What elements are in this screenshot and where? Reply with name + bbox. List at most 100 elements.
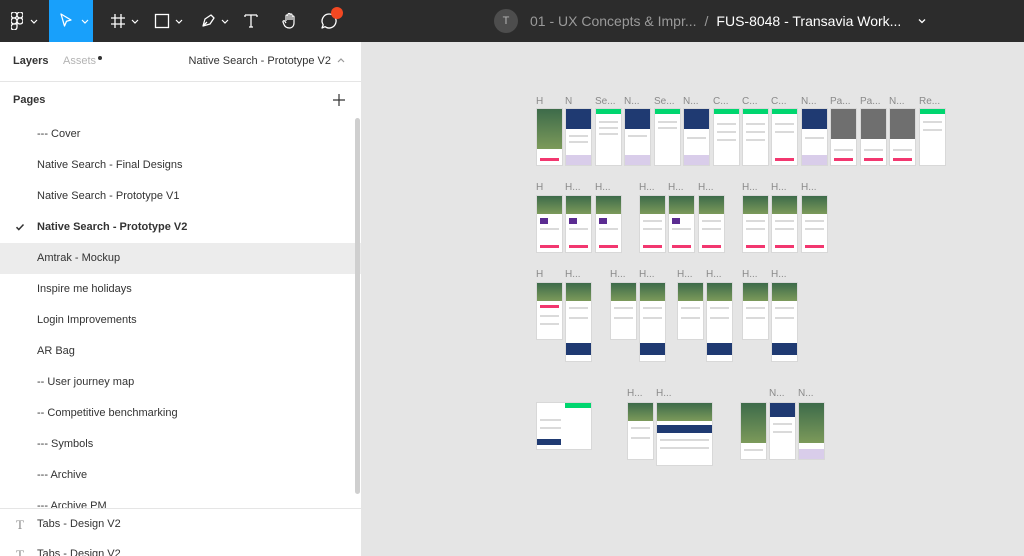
frame-thumbnail[interactable] bbox=[713, 108, 740, 166]
chevron-down-icon[interactable] bbox=[917, 16, 927, 26]
frame-label[interactable]: N... bbox=[624, 96, 640, 107]
frame-thumbnail[interactable] bbox=[771, 282, 798, 362]
frame-thumbnail[interactable] bbox=[801, 108, 828, 166]
page-item-archive-pm[interactable]: --- Archive PM bbox=[0, 491, 361, 509]
page-item-native-search-prototype-v1[interactable]: Native Search - Prototype V1 bbox=[0, 181, 361, 212]
page-item-inspire-me-holidays[interactable]: Inspire me holidays bbox=[0, 274, 361, 305]
page-item-amtrak-mockup[interactable]: Amtrak - Mockup bbox=[0, 243, 361, 274]
pen-tool-button[interactable] bbox=[191, 0, 235, 42]
current-page-select[interactable]: Native Search - Prototype V2 bbox=[189, 55, 345, 67]
frame-thumbnail[interactable] bbox=[740, 402, 767, 460]
frame-thumbnail[interactable] bbox=[919, 108, 946, 166]
frame-thumbnail[interactable] bbox=[536, 282, 563, 340]
frame-thumbnail[interactable] bbox=[889, 108, 916, 166]
frame-thumbnail[interactable] bbox=[536, 108, 563, 166]
frame-thumbnail[interactable] bbox=[536, 195, 563, 253]
frame-label[interactable]: Pa... bbox=[860, 96, 881, 107]
frame-thumbnail[interactable] bbox=[698, 195, 725, 253]
shape-tool-button[interactable] bbox=[145, 0, 189, 42]
frame-label[interactable]: H... bbox=[771, 182, 787, 193]
frame-label[interactable]: H bbox=[536, 182, 543, 193]
frame-label[interactable]: N... bbox=[801, 96, 817, 107]
canvas[interactable]: H N Se... N... Se... N... C... C... C...… bbox=[363, 42, 1024, 556]
frame-label[interactable]: H... bbox=[742, 182, 758, 193]
frame-thumbnail[interactable] bbox=[656, 402, 713, 466]
frame-thumbnail[interactable] bbox=[639, 195, 666, 253]
frame-label[interactable]: H... bbox=[595, 182, 611, 193]
frame-thumbnail[interactable] bbox=[565, 282, 592, 362]
move-tool-button[interactable] bbox=[49, 0, 93, 42]
frame-label[interactable]: N... bbox=[798, 388, 814, 399]
frame-label[interactable]: H... bbox=[698, 182, 714, 193]
frame-label[interactable]: N... bbox=[683, 96, 699, 107]
frame-label[interactable]: N... bbox=[769, 388, 785, 399]
frame-label[interactable]: H... bbox=[610, 269, 626, 280]
comment-tool-button[interactable] bbox=[314, 0, 344, 42]
frame-label[interactable]: H bbox=[536, 96, 543, 107]
plus-icon[interactable] bbox=[332, 93, 346, 107]
frame-label[interactable]: H... bbox=[639, 182, 655, 193]
page-item-native-search-final-designs[interactable]: Native Search - Final Designs bbox=[0, 150, 361, 181]
figma-menu-button[interactable] bbox=[0, 0, 44, 42]
frame-thumbnail[interactable] bbox=[668, 195, 695, 253]
avatar[interactable]: T bbox=[494, 9, 518, 33]
frame-thumbnail[interactable] bbox=[639, 282, 666, 362]
frame-label[interactable]: H... bbox=[668, 182, 684, 193]
frame-thumbnail[interactable] bbox=[677, 282, 704, 340]
frame-thumbnail[interactable] bbox=[683, 108, 710, 166]
page-item-competitive-benchmarking[interactable]: -- Competitive benchmarking bbox=[0, 398, 361, 429]
layer-row[interactable]: T Tabs - Design V2 bbox=[0, 509, 361, 539]
frame-thumbnail[interactable] bbox=[624, 108, 651, 166]
hand-tool-button[interactable] bbox=[275, 0, 305, 42]
frame-thumbnail[interactable] bbox=[627, 402, 654, 460]
frame-thumbnail[interactable] bbox=[706, 282, 733, 362]
frame-thumbnail[interactable] bbox=[654, 108, 681, 166]
frame-thumbnail[interactable] bbox=[860, 108, 887, 166]
frame-thumbnail[interactable] bbox=[536, 402, 592, 450]
frame-thumbnail[interactable] bbox=[742, 108, 769, 166]
frame-label[interactable]: H... bbox=[565, 182, 581, 193]
frame-thumbnail[interactable] bbox=[742, 195, 769, 253]
frame-thumbnail[interactable] bbox=[830, 108, 857, 166]
frame-label[interactable]: N bbox=[565, 96, 572, 107]
frame-label[interactable]: H... bbox=[639, 269, 655, 280]
page-item-native-search-prototype-v2[interactable]: Native Search - Prototype V2 bbox=[0, 212, 361, 243]
tab-assets[interactable]: Assets bbox=[63, 55, 96, 67]
frame-thumbnail[interactable] bbox=[610, 282, 637, 340]
frame-label[interactable]: Se... bbox=[595, 96, 616, 107]
file-name[interactable]: FUS-8048 - Transavia Work... bbox=[716, 13, 901, 29]
text-tool-button[interactable] bbox=[236, 0, 266, 42]
page-item-cover[interactable]: --- Cover bbox=[0, 119, 361, 150]
frame-label[interactable]: H... bbox=[677, 269, 693, 280]
frame-thumbnail[interactable] bbox=[742, 282, 769, 340]
frame-thumbnail[interactable] bbox=[771, 108, 798, 166]
frame-thumbnail[interactable] bbox=[769, 402, 796, 460]
frame-label[interactable]: C... bbox=[771, 96, 787, 107]
document-title[interactable]: T 01 - UX Concepts & Impr... / FUS-8048 … bbox=[494, 0, 927, 42]
frame-thumbnail[interactable] bbox=[801, 195, 828, 253]
frame-thumbnail[interactable] bbox=[595, 108, 622, 166]
frame-thumbnail[interactable] bbox=[565, 195, 592, 253]
pages-scrollbar[interactable] bbox=[355, 118, 360, 494]
frame-label[interactable]: H... bbox=[706, 269, 722, 280]
project-name[interactable]: 01 - UX Concepts & Impr... bbox=[530, 13, 697, 29]
page-item-ar-bag[interactable]: AR Bag bbox=[0, 336, 361, 367]
frame-thumbnail[interactable] bbox=[565, 108, 592, 166]
frame-label[interactable]: Pa... bbox=[830, 96, 851, 107]
frame-tool-button[interactable] bbox=[101, 0, 145, 42]
page-item-user-journey-map[interactable]: -- User journey map bbox=[0, 367, 361, 398]
frame-label[interactable]: H... bbox=[627, 388, 643, 399]
frame-label[interactable]: Re... bbox=[919, 96, 940, 107]
frame-label[interactable]: H... bbox=[771, 269, 787, 280]
page-item-login-improvements[interactable]: Login Improvements bbox=[0, 305, 361, 336]
frame-thumbnail[interactable] bbox=[595, 195, 622, 253]
frame-thumbnail[interactable] bbox=[798, 402, 825, 460]
tab-layers[interactable]: Layers bbox=[13, 55, 48, 67]
layer-row[interactable]: T Tabs - Design V2 bbox=[0, 539, 361, 556]
frame-label[interactable]: C... bbox=[713, 96, 729, 107]
frame-label[interactable]: H... bbox=[656, 388, 672, 399]
frame-label[interactable]: Se... bbox=[654, 96, 675, 107]
frame-thumbnail[interactable] bbox=[771, 195, 798, 253]
frame-label[interactable]: N... bbox=[889, 96, 905, 107]
frame-label[interactable]: C... bbox=[742, 96, 758, 107]
